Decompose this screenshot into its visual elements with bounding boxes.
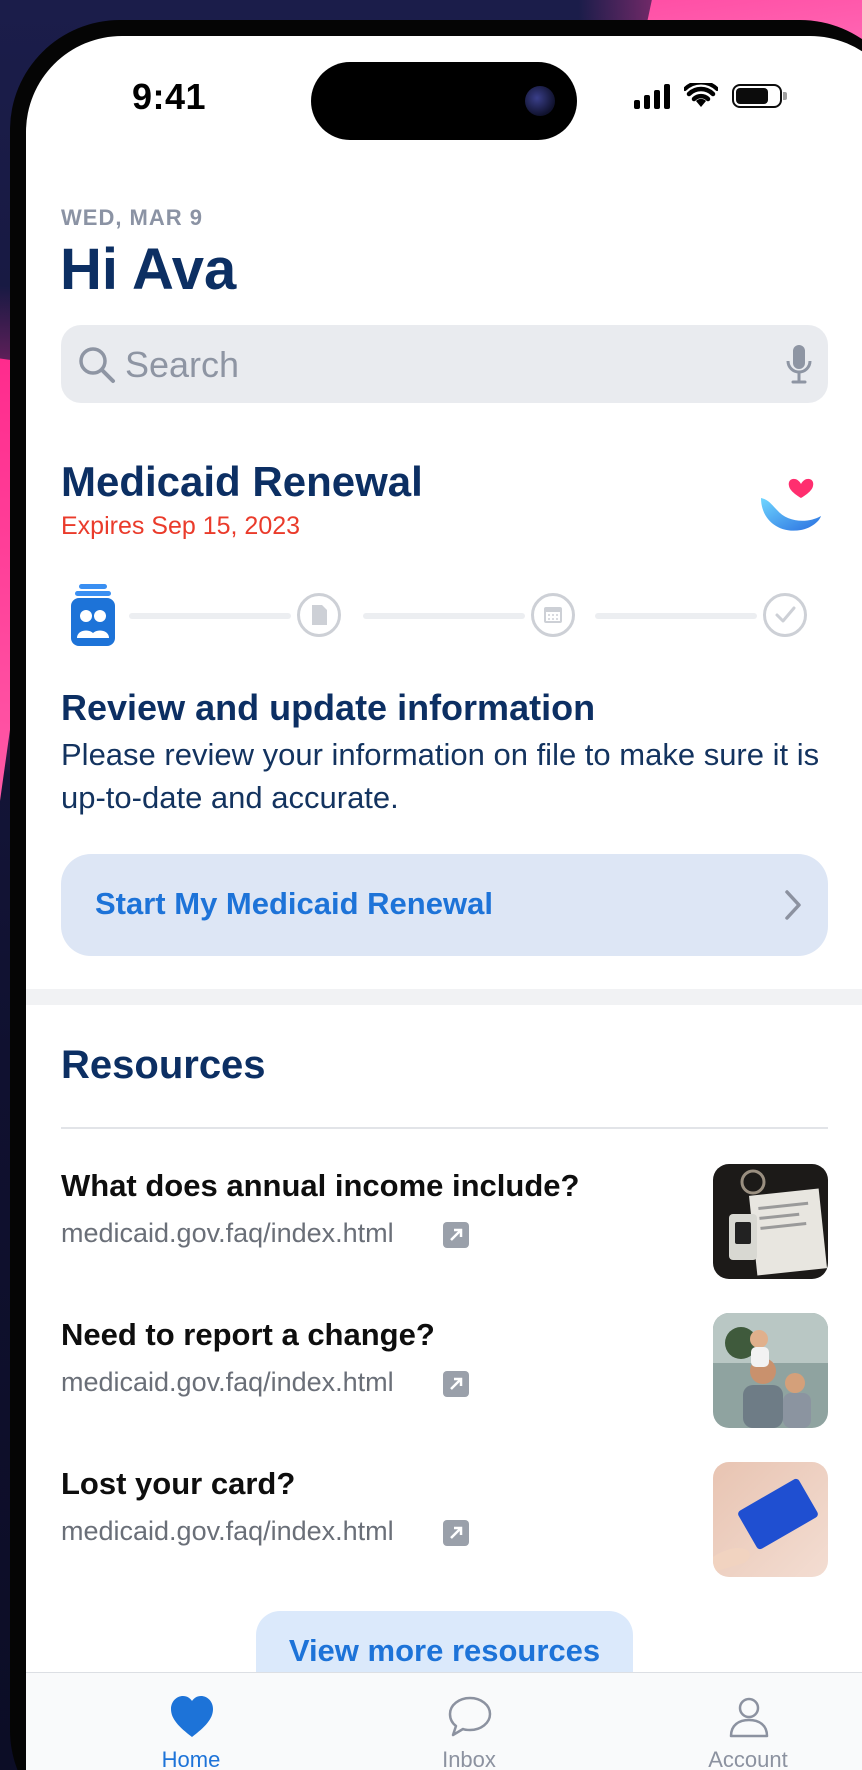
resource-title: Lost your card? <box>61 1466 296 1501</box>
step-2-document-icon <box>297 593 341 637</box>
step-connector <box>363 613 525 619</box>
search-bar[interactable] <box>61 325 828 403</box>
tab-home[interactable]: Home <box>101 1673 281 1770</box>
start-renewal-label: Start My Medicaid Renewal <box>95 886 493 921</box>
documents-photo <box>713 1164 828 1279</box>
external-link-icon <box>443 1222 469 1248</box>
divider <box>61 1127 828 1129</box>
resources-heading: Resources <box>61 1043 266 1087</box>
brand-logo <box>761 478 821 531</box>
heart-icon <box>171 1696 213 1737</box>
step-title: Review and update information <box>61 687 596 728</box>
tab-account[interactable]: Account <box>658 1673 838 1770</box>
resource-link[interactable]: medicaid.gov.faq/index.html <box>61 1367 394 1398</box>
tab-inbox[interactable]: Inbox <box>379 1673 559 1770</box>
search-icon <box>79 347 115 383</box>
status-icons <box>634 78 787 114</box>
resource-link[interactable]: medicaid.gov.faq/index.html <box>61 1516 394 1547</box>
tab-account-label: Account <box>708 1747 788 1770</box>
renewal-title: Medicaid Renewal <box>61 458 423 505</box>
camera-icon <box>525 86 555 116</box>
wifi-icon <box>684 83 718 107</box>
status-time: 9:41 <box>132 76 207 117</box>
resource-link[interactable]: medicaid.gov.faq/index.html <box>61 1218 394 1249</box>
resource-title: What does annual income include? <box>61 1168 580 1203</box>
step-description: Please review your information on file t… <box>61 737 820 815</box>
step-4-checkmark-icon <box>763 593 807 637</box>
blue-card-photo <box>713 1462 828 1577</box>
renewal-expiry-date: Expires Sep 15, 2023 <box>61 512 301 540</box>
chat-bubble-icon <box>448 1696 492 1737</box>
renewal-progress-stepper <box>61 580 833 650</box>
step-1-family-icon <box>71 584 115 646</box>
resource-item[interactable]: Need to report a change? medicaid.gov.fa… <box>61 1313 828 1433</box>
section-divider <box>26 989 862 1005</box>
tab-bar: Home Inbox Account <box>26 1672 862 1770</box>
cellular-signal-icon <box>634 83 670 109</box>
view-more-resources-label: View more resources <box>288 1633 601 1668</box>
resource-item[interactable]: Lost your card? medicaid.gov.faq/index.h… <box>61 1462 828 1582</box>
chevron-right-icon <box>785 890 801 920</box>
resource-item[interactable]: What does annual income include? medicai… <box>61 1164 828 1284</box>
resource-title: Need to report a change? <box>61 1317 435 1352</box>
tab-home-label: Home <box>161 1747 221 1770</box>
tab-inbox-label: Inbox <box>442 1747 496 1770</box>
date-label: WED, MAR 9 <box>61 205 203 230</box>
external-link-icon <box>443 1520 469 1546</box>
page-title: Hi Ava <box>60 237 237 302</box>
search-input[interactable] <box>123 339 767 391</box>
battery-icon <box>732 84 787 108</box>
step-connector <box>129 613 291 619</box>
start-renewal-button[interactable]: Start My Medicaid Renewal <box>61 854 828 956</box>
person-icon <box>729 1697 769 1738</box>
step-connector <box>595 613 757 619</box>
background: 9:41 WED, MAR 9 Hi Ava Medicaid <box>0 0 862 1770</box>
family-photo <box>713 1313 828 1428</box>
external-link-icon <box>443 1371 469 1397</box>
dynamic-island <box>311 62 577 140</box>
step-3-calendar-icon <box>531 593 575 637</box>
microphone-icon[interactable] <box>784 343 814 385</box>
